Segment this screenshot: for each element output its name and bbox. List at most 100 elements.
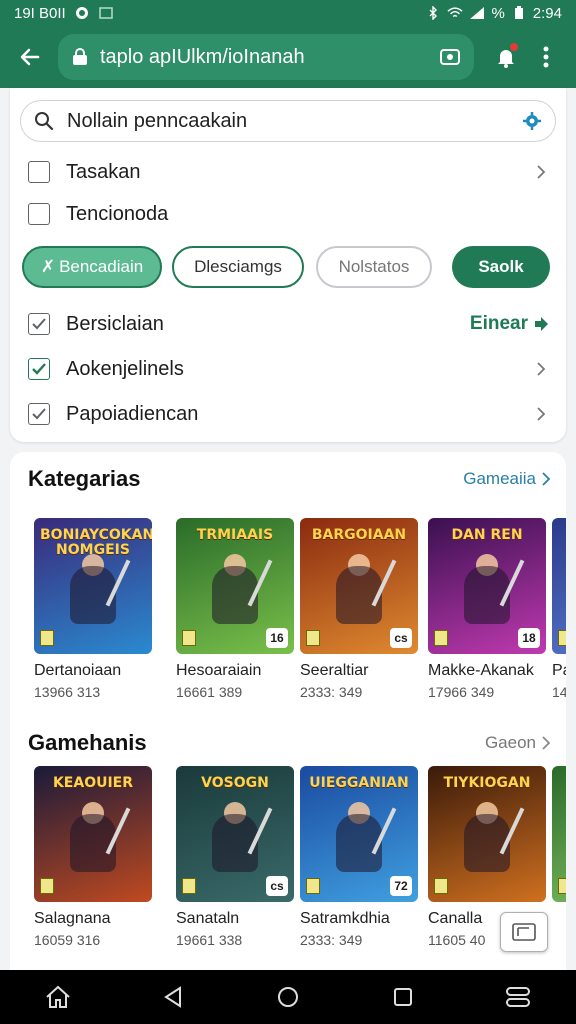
notification-dot <box>510 43 518 51</box>
overflow-menu-button[interactable] <box>526 37 566 77</box>
status-bar: 19I B0II % 2:94 <box>0 0 576 26</box>
window-icon <box>512 923 536 941</box>
game-tile[interactable]: UIEGGANIAN 72 Satramkdhia 2333: 349 <box>300 766 418 948</box>
checkbox[interactable] <box>28 313 50 335</box>
check-icon <box>32 408 46 420</box>
section-see-all-link[interactable]: Gaeon <box>485 733 550 753</box>
game-tile[interactable]: KEAOUIER Salagnana 16059 316 <box>34 766 152 948</box>
game-cover-title: VOSOGN <box>201 775 269 791</box>
battery-icon <box>511 6 527 20</box>
game-meta: 13966 313 <box>34 684 101 700</box>
game-cover-image <box>552 766 566 902</box>
notifications-button[interactable] <box>486 37 526 77</box>
back-button[interactable] <box>10 37 50 77</box>
url-bar[interactable]: taplo apIUlkm/ioInanah <box>58 34 474 80</box>
age-rating-icon <box>306 878 320 894</box>
game-name: Hesoaraiain <box>176 662 262 679</box>
filter-row-label: Tasakan <box>66 160 141 183</box>
arrow-left-icon <box>20 48 40 66</box>
game-tile[interactable]: DAN REN 18 Makke-Akanak 17966 349 <box>428 518 546 700</box>
wifi-icon <box>447 6 464 20</box>
chip-bencadiain[interactable]: ✗ Bencadiain <box>22 246 162 288</box>
game-cover-image <box>552 518 566 654</box>
chevron-right-icon <box>534 362 548 376</box>
chip-label: Nolstatos <box>338 257 410 276</box>
home-circle-icon[interactable] <box>268 977 308 1017</box>
option-row-papoiadiencan[interactable]: Papoiadiencan <box>28 396 548 432</box>
option-label: Bersiclaian <box>66 312 164 335</box>
status-left-text: 19I B0II <box>14 4 66 22</box>
search-input[interactable]: Nollain penncaakain <box>20 100 556 142</box>
option-link[interactable]: Einear <box>470 313 548 335</box>
game-tile[interactable]: TRMIAAIS 16 Hesoaraiain 16661 389 <box>176 518 294 700</box>
signal-icon <box>469 6 485 20</box>
game-badge: 18 <box>518 628 540 648</box>
game-meta: 16059 316 <box>34 932 101 948</box>
game-meta: 2333: 349 <box>300 684 363 700</box>
game-tile[interactable] <box>552 766 566 910</box>
lock-icon <box>70 47 90 67</box>
filter-row-tencionoda[interactable]: Tencionoda <box>28 196 548 232</box>
section-header-kategarias: Kategarias Gameaiia <box>28 466 550 492</box>
chip-dlesciamgs[interactable]: Dlesciamgs <box>172 246 304 288</box>
section-title: Gamehanis <box>28 730 147 755</box>
section-title: Kategarias <box>28 466 141 491</box>
game-badge: 16 <box>266 628 288 648</box>
search-submit-button[interactable]: Saolk <box>452 246 550 288</box>
game-tile[interactable]: BARGOIAAN cs Seeraltiar 2333: 349 <box>300 518 418 700</box>
game-cover-image: DAN REN 18 <box>428 518 546 654</box>
check-icon <box>32 363 46 375</box>
url-text: taplo apIUlkm/ioInanah <box>100 45 305 68</box>
chip-nolstatos[interactable]: Nolstatos <box>316 246 432 288</box>
game-row: BONIAYCOKAN NOMGEIS Dertanoiaan 13966 313 T… <box>34 518 566 708</box>
option-label: Aokenjelinels <box>66 357 184 380</box>
tabs-icon[interactable] <box>438 45 462 69</box>
checkbox[interactable] <box>28 358 50 380</box>
gear-icon[interactable] <box>521 110 543 132</box>
checkbox[interactable] <box>28 203 50 225</box>
game-cover-title: DAN REN <box>451 527 523 543</box>
search-text: Nollain penncaakain <box>67 109 248 132</box>
game-tile[interactable]: VOSOGN cs Sanataln 19661 338 <box>176 766 294 948</box>
chevron-right-icon <box>542 736 550 750</box>
home-icon[interactable] <box>38 977 78 1017</box>
game-cover-image: VOSOGN cs <box>176 766 294 902</box>
age-rating-icon <box>40 878 54 894</box>
section-see-all-link[interactable]: Gameaiia <box>463 469 550 489</box>
checkbox[interactable] <box>28 403 50 425</box>
filter-row-label: Tencionoda <box>66 202 169 225</box>
floating-action-button[interactable] <box>500 912 548 952</box>
chevron-right-icon <box>534 407 548 421</box>
filter-chips: ✗ Bencadiain Dlesciamgs Nolstatos Saolk <box>22 246 562 288</box>
menu-icon[interactable] <box>498 977 538 1017</box>
chevron-right-icon <box>542 472 550 486</box>
game-tile[interactable]: BONIAYCOKAN NOMGEIS Dertanoiaan 13966 313 <box>34 518 152 700</box>
back-triangle-icon[interactable] <box>153 977 193 1017</box>
checkbox[interactable] <box>28 161 50 183</box>
square-icon[interactable] <box>383 977 423 1017</box>
more-vert-icon <box>543 46 549 68</box>
bluetooth-icon <box>425 6 441 20</box>
age-rating-icon <box>558 878 566 894</box>
chip-label: Saolk <box>478 257 524 276</box>
game-badge: 72 <box>390 876 412 896</box>
game-cover-image: BARGOIAAN cs <box>300 518 418 654</box>
game-cover-image: KEAOUIER <box>34 766 152 902</box>
age-rating-icon <box>182 878 196 894</box>
game-cover-title: KEAOUIER <box>52 775 134 791</box>
game-name: Dertanoiaan <box>34 662 122 679</box>
chip-label: Bencadiain <box>59 257 144 276</box>
filter-row-tasakan[interactable]: Tasakan <box>28 154 548 190</box>
option-row-bersiclaian[interactable]: Bersiclaian Einear <box>28 306 548 342</box>
game-cover-title: UIEGGANIAN <box>309 775 409 791</box>
game-tile[interactable]: Pa 14 <box>552 518 566 700</box>
game-name: Pa <box>552 662 566 679</box>
game-cover-image: TRMIAAIS 16 <box>176 518 294 654</box>
game-name: Salagnana <box>34 910 111 927</box>
game-cover-image: UIEGGANIAN 72 <box>300 766 418 902</box>
option-row-aokenjelinels[interactable]: Aokenjelinels <box>28 351 548 387</box>
game-name: Seeraltiar <box>300 662 369 679</box>
game-badge: cs <box>266 876 288 896</box>
option-link-text: Einear <box>469 313 528 334</box>
check-icon <box>32 318 46 330</box>
